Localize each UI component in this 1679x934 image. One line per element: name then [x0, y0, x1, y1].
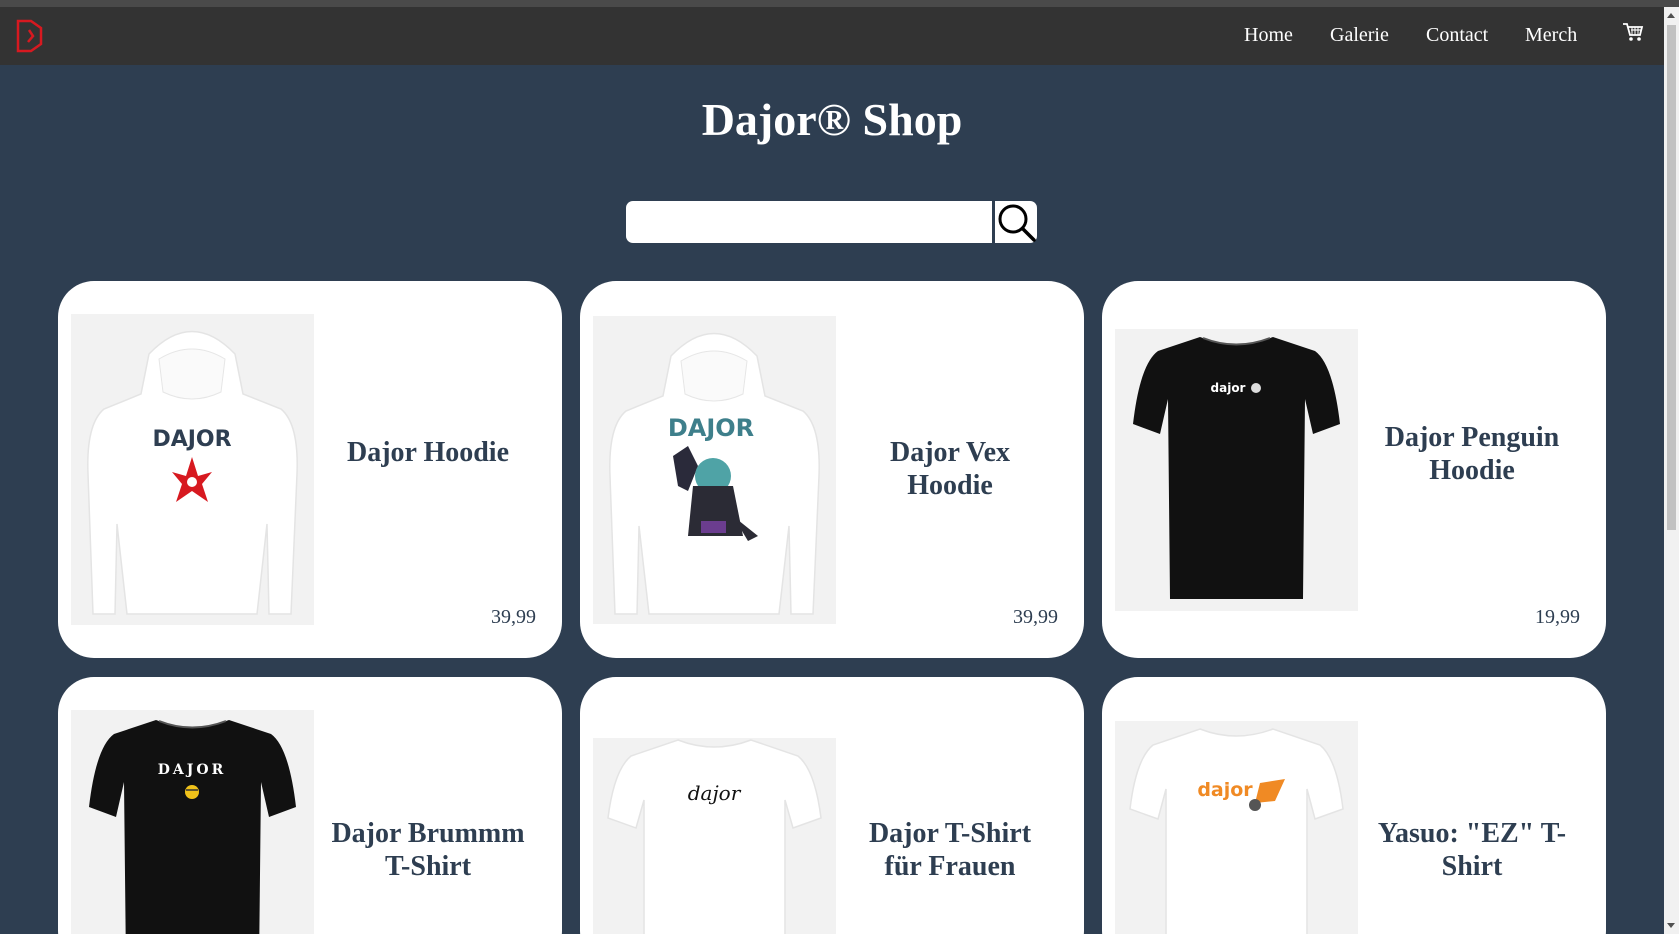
product-price: 19,99 — [1535, 606, 1580, 628]
product-image[interactable]: DAJOR — [593, 316, 836, 624]
search-button[interactable] — [995, 201, 1037, 243]
dajor-logo-icon[interactable] — [15, 18, 45, 54]
svg-text:DAJOR: DAJOR — [158, 762, 226, 778]
product-card[interactable]: DAJOR Dajor Brummm T-Shirt — [58, 677, 562, 934]
product-price: 39,99 — [491, 606, 536, 628]
product-image[interactable]: dajor — [593, 738, 836, 934]
product-card[interactable]: dajor Dajor Penguin Hoodie 19,99 — [1102, 281, 1606, 658]
product-card[interactable]: DAJOR Dajor Vex Hoodie 39,99 — [580, 281, 1084, 658]
search-icon — [998, 204, 1036, 242]
svg-text:DAJOR: DAJOR — [668, 414, 754, 442]
search-input[interactable] — [626, 201, 992, 243]
product-price: 39,99 — [1013, 606, 1058, 628]
product-card[interactable]: DAJOR Dajor Hoodie 39,99 — [58, 281, 562, 658]
nav-contact-link[interactable]: Contact — [1426, 24, 1488, 47]
svg-text:dajor: dajor — [1197, 779, 1253, 801]
product-name[interactable]: Dajor Penguin Hoodie — [1372, 421, 1572, 487]
product-image[interactable]: dajor — [1115, 721, 1358, 934]
svg-text:dajor: dajor — [688, 781, 742, 805]
product-name[interactable]: Dajor Brummm T-Shirt — [328, 817, 528, 883]
product-image[interactable]: DAJOR — [71, 710, 314, 934]
scrollbar-thumb[interactable] — [1667, 25, 1676, 530]
nav-galerie-link[interactable]: Galerie — [1330, 24, 1389, 47]
vertical-scrollbar[interactable] — [1664, 7, 1679, 934]
product-image[interactable]: DAJOR — [71, 314, 314, 625]
page-title: Dajor® Shop — [701, 94, 963, 145]
product-card[interactable]: dajor Dajor T-Shirt für Frauen — [580, 677, 1084, 934]
scroll-down-arrow-icon[interactable] — [1667, 923, 1675, 928]
svg-text:DAJOR: DAJOR — [152, 427, 231, 452]
product-name[interactable]: Dajor Vex Hoodie — [850, 436, 1050, 502]
nav-merch-link[interactable]: Merch — [1525, 24, 1577, 47]
browser-top-strip — [0, 0, 1679, 7]
product-name[interactable]: Yasuo: "EZ" T-Shirt — [1372, 817, 1572, 883]
svg-text:dajor: dajor — [1211, 381, 1246, 395]
product-name[interactable]: Dajor T-Shirt für Frauen — [850, 817, 1050, 883]
product-name[interactable]: Dajor Hoodie — [328, 436, 528, 469]
navbar: Home Galerie Contact Merch — [0, 7, 1664, 65]
nav-home-link[interactable]: Home — [1244, 24, 1293, 47]
product-card[interactable]: dajor Yasuo: "EZ" T-Shirt — [1102, 677, 1606, 934]
scroll-up-arrow-icon[interactable] — [1667, 13, 1675, 18]
cart-icon[interactable] — [1622, 21, 1644, 43]
product-image[interactable]: dajor — [1115, 329, 1358, 611]
